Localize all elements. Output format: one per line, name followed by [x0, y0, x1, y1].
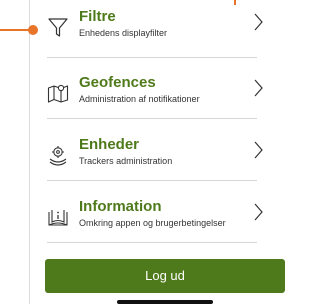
tracker-device-icon [47, 144, 69, 166]
logout-button[interactable]: Log ud [45, 259, 285, 293]
chevron-right-icon [254, 203, 263, 221]
chevron-right-icon [254, 79, 263, 97]
home-indicator [117, 300, 213, 304]
info-book-icon [47, 206, 69, 228]
filter-icon [47, 16, 69, 38]
menu-item-filtre[interactable]: Filtre Enhedens displayfilter [29, 0, 285, 58]
map-icon [47, 82, 69, 104]
menu-divider [47, 242, 257, 243]
menu-item-title: Filtre [79, 8, 116, 25]
menu-item-subtitle: Administration af notifikationer [79, 94, 200, 104]
menu-item-enheder[interactable]: Enheder Trackers administration [29, 128, 285, 186]
menu-item-title: Enheder [79, 136, 140, 153]
menu-item-subtitle: Omkring appen og brugerbetingelser [79, 218, 226, 228]
menu-item-title: Geofences [79, 74, 156, 91]
menu-item-subtitle: Trackers administration [79, 156, 173, 166]
menu-item-geofences[interactable]: Geofences Administration af notifikation… [29, 66, 285, 124]
menu-item-information[interactable]: Information Omkring appen og brugerbetin… [29, 190, 285, 248]
menu-divider [47, 118, 257, 119]
chevron-right-icon [254, 141, 263, 159]
menu-item-subtitle: Enhedens displayfilter [79, 28, 168, 38]
menu-item-title: Information [79, 198, 162, 215]
chevron-right-icon [254, 13, 263, 31]
menu-divider [47, 180, 257, 181]
menu-divider [47, 57, 257, 58]
